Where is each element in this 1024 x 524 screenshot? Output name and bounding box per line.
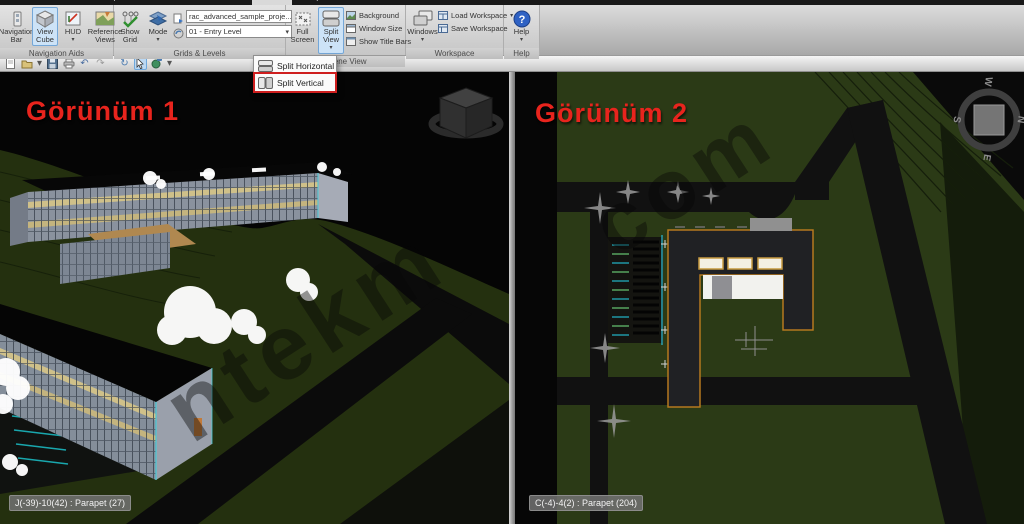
- level-combo[interactable]: 01 - Entry Level ▾: [186, 25, 292, 38]
- panel-label-navigation-aids: Navigation Aids: [0, 48, 113, 59]
- help-dropdown-arrow-icon: ▾: [520, 36, 523, 44]
- project-combo-row: rac_advanced_sample_proje... ▾: [173, 10, 292, 23]
- ribbon-empty-area: [540, 5, 1024, 55]
- split-vertical-label: Split Vertical: [277, 78, 324, 88]
- level-combo-value: 01 - Entry Level: [189, 27, 242, 36]
- panel-grids-levels: Show Grid Mode ▾ rac_advanced_: [114, 5, 286, 55]
- windows-icon: [412, 9, 434, 28]
- viewport-1[interactable]: ntekm Görünüm 1 J(-39)-10(42) : Parapet …: [0, 72, 509, 524]
- load-workspace-button[interactable]: Load Workspace ▾: [438, 10, 513, 21]
- view-cube-button[interactable]: View Cube: [32, 7, 58, 46]
- load-workspace-label: Load Workspace: [451, 11, 507, 20]
- panel-navigation-aids: Navigation Bar View Cube HUD ▾: [0, 5, 114, 55]
- save-workspace-label: Save Workspace: [451, 24, 508, 33]
- hud-icon: [62, 9, 84, 28]
- background-item[interactable]: Background: [346, 10, 411, 21]
- split-view-button[interactable]: Split View ▾: [318, 7, 344, 54]
- windows-button[interactable]: Windows ▾: [409, 7, 436, 46]
- background-label: Background: [359, 11, 399, 20]
- save-workspace-button[interactable]: Save Workspace: [438, 23, 513, 34]
- hud-label: HUD: [65, 28, 81, 36]
- split-view-dropdown-menu: Split Horizontal Split Vertical: [253, 55, 337, 93]
- split-view-icon: [320, 9, 342, 28]
- level-combo-row: 01 - Entry Level ▾: [173, 25, 292, 38]
- show-title-bars-item[interactable]: Show Title Bars: [346, 36, 411, 47]
- tab-bimtrack[interactable]: BIM Track: [442, 0, 503, 5]
- mode-button[interactable]: Mode ▾: [145, 7, 171, 46]
- windows-dropdown-arrow-icon: ▾: [421, 36, 424, 44]
- windows-label: Windows: [407, 28, 437, 36]
- show-title-bars-icon: [346, 37, 356, 46]
- panel-workspace: Windows ▾ Load Workspace ▾: [406, 5, 504, 55]
- compass-south-label: S: [950, 115, 962, 123]
- load-workspace-icon: [438, 11, 448, 20]
- tab-viewpoint[interactable]: Viewpoint: [84, 0, 143, 5]
- help-button[interactable]: ? Help ▾: [508, 7, 535, 46]
- window-size-label: Window Size: [359, 24, 402, 33]
- split-vertical-icon: [258, 77, 273, 89]
- full-screen-button[interactable]: Full Screen: [289, 7, 316, 46]
- compass-east-label: E: [980, 153, 992, 161]
- panel-scene-view: Full Screen Split View ▾ Background: [286, 5, 406, 55]
- show-grid-button[interactable]: Show Grid: [117, 7, 143, 46]
- scene-3d-perspective[interactable]: [0, 72, 509, 524]
- navigation-bar-icon: [6, 9, 28, 28]
- application-window: Home Viewpoint Review Animation View Out…: [0, 0, 1024, 524]
- full-screen-label: Full Screen: [291, 28, 315, 44]
- help-icon: ?: [511, 9, 533, 28]
- project-combo-value: rac_advanced_sample_proje...: [189, 12, 292, 21]
- show-grid-label: Show Grid: [119, 28, 141, 44]
- compass-west-label: W: [981, 76, 993, 87]
- viewport-area: ntekm Görünüm 1 J(-39)-10(42) : Parapet …: [0, 72, 1024, 524]
- project-file-icon: [173, 11, 184, 22]
- panel-help: ? Help ▾ Help: [504, 5, 540, 55]
- hud-dropdown-arrow-icon: ▾: [71, 36, 74, 44]
- tab-home[interactable]: Home: [40, 0, 84, 5]
- split-view-dropdown-arrow-icon: ▾: [329, 44, 332, 52]
- view-cube-icon: [34, 9, 56, 28]
- viewport-2-title: Görünüm 2: [535, 98, 688, 129]
- viewport-2[interactable]: com Görünüm 2 W N S E C(-4)-4(2) : Parap…: [515, 72, 1024, 524]
- viewport-1-status-chip: J(-39)-10(42) : Parapet (27): [9, 495, 131, 511]
- menu-item-split-horizontal[interactable]: Split Horizontal: [255, 57, 335, 74]
- scene-plan-view[interactable]: [515, 72, 1024, 524]
- save-workspace-icon: [438, 24, 448, 33]
- viewport-2-status-chip: C(-4)-4(2) : Parapet (204): [529, 495, 643, 511]
- hud-button[interactable]: HUD ▾: [60, 7, 86, 46]
- mode-icon: [147, 9, 169, 28]
- project-combo[interactable]: rac_advanced_sample_proje... ▾: [186, 10, 292, 23]
- split-view-label: Split View: [320, 28, 342, 44]
- view-cube-label: View Cube: [34, 28, 56, 44]
- panel-label-help: Help: [504, 48, 539, 59]
- panel-label-workspace: Workspace: [406, 48, 503, 59]
- split-horizontal-label: Split Horizontal: [277, 61, 334, 71]
- tab-review[interactable]: Review: [143, 0, 193, 5]
- tab-view[interactable]: View: [252, 0, 291, 5]
- window-size-icon: [346, 24, 356, 33]
- tab-bim360[interactable]: BIM 360: [339, 0, 393, 5]
- svg-text:?: ?: [518, 14, 525, 26]
- full-screen-icon: [292, 9, 314, 28]
- level-icon: [173, 26, 184, 37]
- help-label: Help: [514, 28, 529, 36]
- reference-views-icon: [94, 9, 116, 28]
- viewport-1-title: Görünüm 1: [26, 96, 179, 127]
- tab-animation[interactable]: Animation: [192, 0, 252, 5]
- ribbon-tab-strip: Home Viewpoint Review Animation View Out…: [0, 0, 1024, 5]
- tab-render[interactable]: Render: [392, 0, 442, 5]
- navigation-bar-label: Navigation Bar: [0, 28, 34, 44]
- navigation-bar-button[interactable]: Navigation Bar: [3, 7, 30, 46]
- show-grid-icon: [119, 9, 141, 28]
- show-title-bars-label: Show Title Bars: [359, 37, 411, 46]
- tab-output[interactable]: Output: [292, 0, 339, 5]
- ribbon: Navigation Bar View Cube HUD ▾: [0, 5, 1024, 56]
- mode-label: Mode: [149, 28, 168, 36]
- menu-item-split-vertical[interactable]: Split Vertical: [255, 74, 335, 91]
- window-size-item[interactable]: Window Size: [346, 23, 411, 34]
- split-horizontal-icon: [258, 60, 273, 72]
- mode-dropdown-arrow-icon: ▾: [156, 36, 159, 44]
- background-icon: [346, 11, 356, 20]
